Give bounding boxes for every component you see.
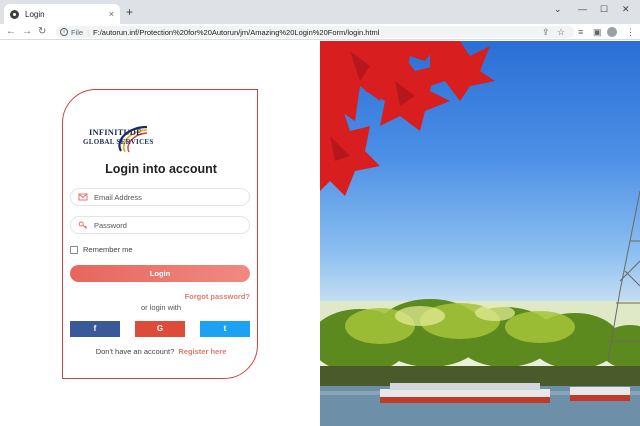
key-icon xyxy=(78,221,88,229)
password-field[interactable]: Password xyxy=(70,216,250,234)
password-placeholder: Password xyxy=(94,220,127,230)
reload-icon[interactable]: ↻ xyxy=(38,25,46,39)
twitter-icon: t xyxy=(223,324,227,333)
email-placeholder: Email Address xyxy=(94,192,142,202)
close-icon[interactable]: ✕ xyxy=(622,4,630,15)
url-scheme-label: File xyxy=(71,27,84,37)
info-icon[interactable]: i xyxy=(60,28,68,36)
kebab-menu-icon[interactable]: ⋮ xyxy=(626,26,635,38)
or-login-with-text: or login with xyxy=(140,303,182,312)
address-bar[interactable]: i File | F:/autorun.inf/Protection%20for… xyxy=(56,26,574,38)
url-text: F:/autorun.inf/Protection%20for%20Autoru… xyxy=(93,27,380,37)
reading-list-icon[interactable]: ≡ xyxy=(578,26,583,38)
share-icon[interactable]: ⇪ xyxy=(542,26,550,38)
page-content: INFINITUDE GLOBAL SERVICES Login into ac… xyxy=(0,41,640,426)
maximize-icon[interactable]: ☐ xyxy=(600,4,608,15)
forgot-password-link[interactable]: Forgot password? xyxy=(185,292,250,301)
hero-photo xyxy=(320,41,640,426)
browser-tabstrip: Login × + ⌄ — ☐ ✕ xyxy=(0,0,640,24)
forward-icon[interactable]: → xyxy=(22,25,32,39)
envelope-icon xyxy=(78,193,88,201)
login-button[interactable]: Login xyxy=(70,265,250,282)
email-field[interactable]: Email Address xyxy=(70,188,250,206)
twitter-login-button[interactable]: t xyxy=(200,321,250,337)
url-separator: | xyxy=(87,27,90,37)
google-login-button[interactable]: G xyxy=(135,321,185,337)
paris-scene-illustration xyxy=(320,41,640,426)
google-icon: G xyxy=(156,324,164,333)
tab-close-icon[interactable]: × xyxy=(109,9,114,19)
remember-checkbox[interactable] xyxy=(70,245,78,254)
remember-me[interactable]: Remember me xyxy=(70,245,133,254)
form-title: Login into account xyxy=(105,162,217,176)
sidebar-icon[interactable]: ▣ xyxy=(593,26,602,38)
star-icon[interactable]: ☆ xyxy=(557,26,565,38)
minimize-icon[interactable]: — xyxy=(578,4,587,14)
browser-tab[interactable]: Login × xyxy=(4,4,120,24)
tab-title: Login xyxy=(25,9,45,19)
signup-prompt: Don't have an account? Register here xyxy=(63,347,259,356)
profile-avatar[interactable] xyxy=(607,27,617,37)
facebook-icon: f xyxy=(93,324,97,333)
chevron-down-icon[interactable]: ⌄ xyxy=(554,4,562,15)
logo-text-primary: INFINITUDE xyxy=(89,127,143,137)
login-pane: INFINITUDE GLOBAL SERVICES Login into ac… xyxy=(0,41,320,426)
browser-toolbar: ← → ↻ i File | F:/autorun.inf/Protection… xyxy=(0,24,640,40)
new-tab-button[interactable]: + xyxy=(126,6,133,18)
register-link[interactable]: Register here xyxy=(178,347,226,356)
login-card: INFINITUDE GLOBAL SERVICES Login into ac… xyxy=(62,89,258,379)
signup-text: Don't have an account? xyxy=(95,347,175,356)
remember-label: Remember me xyxy=(83,245,133,254)
back-icon[interactable]: ← xyxy=(6,25,16,39)
logo-text-secondary: GLOBAL SERVICES xyxy=(83,138,154,146)
globe-icon xyxy=(10,9,19,19)
facebook-login-button[interactable]: f xyxy=(70,321,120,337)
